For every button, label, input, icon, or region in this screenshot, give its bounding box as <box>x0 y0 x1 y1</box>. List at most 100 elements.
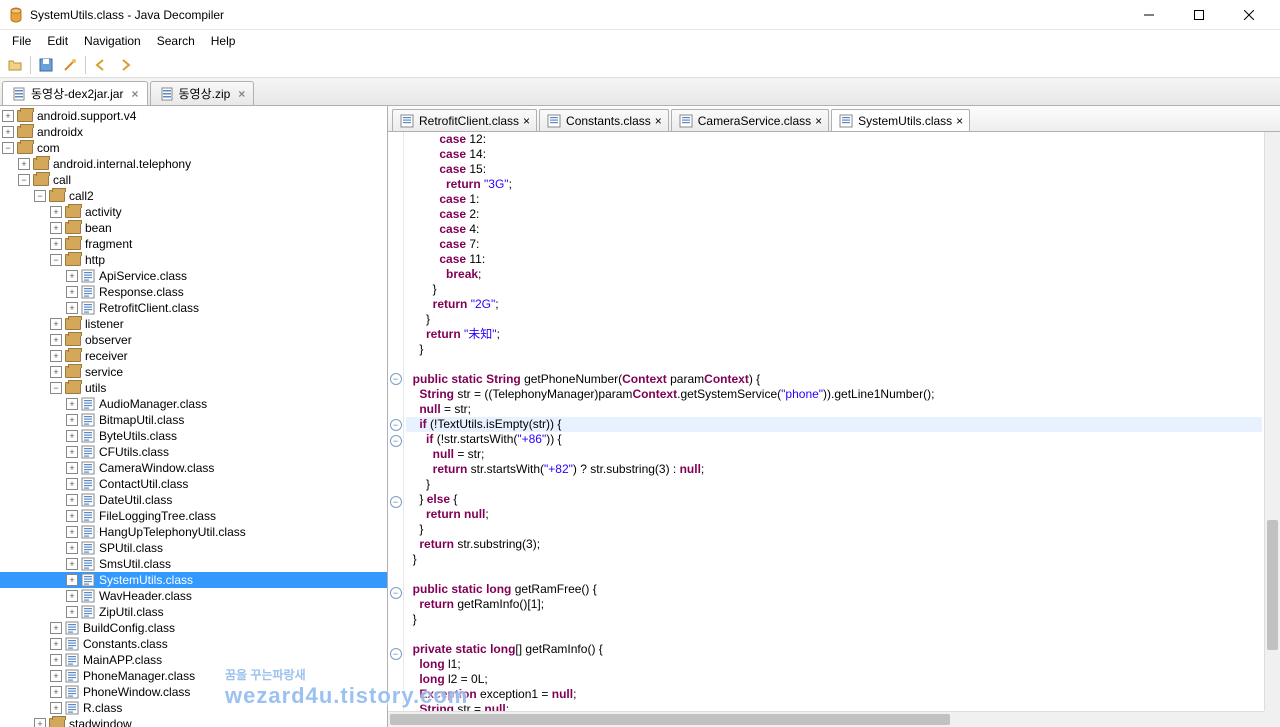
expand-toggle[interactable]: − <box>34 190 46 202</box>
tree-package-node[interactable]: +android.internal.telephony <box>0 156 387 172</box>
tree-package-node[interactable]: +receiver <box>0 348 387 364</box>
expand-toggle[interactable]: + <box>66 414 78 426</box>
tree-class-node[interactable]: +PhoneWindow.class <box>0 684 387 700</box>
fold-toggle[interactable]: − <box>390 587 402 599</box>
expand-toggle[interactable]: + <box>50 654 62 666</box>
tree-class-node[interactable]: +HangUpTelephonyUtil.class <box>0 524 387 540</box>
expand-toggle[interactable]: + <box>50 238 62 250</box>
tree-package-node[interactable]: −http <box>0 252 387 268</box>
tree-package-node[interactable]: −utils <box>0 380 387 396</box>
tree-package-node[interactable]: +bean <box>0 220 387 236</box>
tree-package-node[interactable]: −com <box>0 140 387 156</box>
expand-toggle[interactable]: + <box>66 446 78 458</box>
code-text[interactable]: case 12: case 14: case 15: return "3G"; … <box>404 132 1264 711</box>
editor-tab[interactable]: RetrofitClient.class× <box>392 109 537 131</box>
save-icon[interactable] <box>35 54 57 76</box>
fold-toggle[interactable]: − <box>390 419 402 431</box>
tree-class-node[interactable]: +FileLoggingTree.class <box>0 508 387 524</box>
hscroll-thumb[interactable] <box>390 714 950 725</box>
tree-class-node[interactable]: +DateUtil.class <box>0 492 387 508</box>
expand-toggle[interactable]: − <box>50 382 62 394</box>
expand-toggle[interactable]: + <box>66 286 78 298</box>
editor-tab[interactable]: Constants.class× <box>539 109 669 131</box>
expand-toggle[interactable]: + <box>66 542 78 554</box>
expand-toggle[interactable]: + <box>66 606 78 618</box>
close-tab-icon[interactable]: × <box>131 87 138 101</box>
close-tab-icon[interactable]: × <box>956 114 963 128</box>
tree-class-node[interactable]: +PhoneManager.class <box>0 668 387 684</box>
tree-package-node[interactable]: +fragment <box>0 236 387 252</box>
fold-toggle[interactable]: − <box>390 373 402 385</box>
expand-toggle[interactable]: + <box>2 126 14 138</box>
tree-package-node[interactable]: +listener <box>0 316 387 332</box>
expand-toggle[interactable]: + <box>66 526 78 538</box>
expand-toggle[interactable]: + <box>66 574 78 586</box>
tree-class-node[interactable]: +AudioManager.class <box>0 396 387 412</box>
tree-class-node[interactable]: +CFUtils.class <box>0 444 387 460</box>
tree-class-node[interactable]: +CameraWindow.class <box>0 460 387 476</box>
menu-file[interactable]: File <box>4 32 39 50</box>
tree-class-node[interactable]: +ZipUtil.class <box>0 604 387 620</box>
close-tab-icon[interactable]: × <box>815 114 822 128</box>
minimize-button[interactable] <box>1126 0 1172 30</box>
tree-class-node[interactable]: +WavHeader.class <box>0 588 387 604</box>
close-tab-icon[interactable]: × <box>523 114 530 128</box>
expand-toggle[interactable]: + <box>50 670 62 682</box>
jar-tab[interactable]: 동영상-dex2jar.jar× <box>2 81 148 105</box>
menu-edit[interactable]: Edit <box>39 32 76 50</box>
back-icon[interactable] <box>90 54 112 76</box>
expand-toggle[interactable]: + <box>66 494 78 506</box>
tree-class-node[interactable]: +R.class <box>0 700 387 716</box>
tree-package-node[interactable]: +stadwindow <box>0 716 387 727</box>
tree-package-node[interactable]: +androidx <box>0 124 387 140</box>
tree-class-node[interactable]: +BuildConfig.class <box>0 620 387 636</box>
tree-class-node[interactable]: +RetrofitClient.class <box>0 300 387 316</box>
expand-toggle[interactable]: + <box>66 270 78 282</box>
tree-class-node[interactable]: +MainAPP.class <box>0 652 387 668</box>
close-button[interactable] <box>1226 0 1272 30</box>
tree-class-node[interactable]: +Response.class <box>0 284 387 300</box>
tree-package-node[interactable]: −call2 <box>0 188 387 204</box>
forward-icon[interactable] <box>114 54 136 76</box>
expand-toggle[interactable]: + <box>18 158 30 170</box>
open-file-icon[interactable] <box>4 54 26 76</box>
expand-toggle[interactable]: + <box>50 686 62 698</box>
expand-toggle[interactable]: + <box>66 462 78 474</box>
expand-toggle[interactable]: + <box>66 510 78 522</box>
horizontal-scrollbar[interactable] <box>388 711 1264 727</box>
expand-toggle[interactable]: + <box>50 206 62 218</box>
tree-class-node[interactable]: +ApiService.class <box>0 268 387 284</box>
expand-toggle[interactable]: + <box>50 222 62 234</box>
expand-toggle[interactable]: + <box>66 398 78 410</box>
tree-class-node[interactable]: +ContactUtil.class <box>0 476 387 492</box>
menu-help[interactable]: Help <box>203 32 244 50</box>
fold-toggle[interactable]: − <box>390 496 402 508</box>
expand-toggle[interactable]: + <box>50 622 62 634</box>
editor-tab[interactable]: SystemUtils.class× <box>831 109 970 131</box>
expand-toggle[interactable]: + <box>2 110 14 122</box>
expand-toggle[interactable]: + <box>50 702 62 714</box>
fold-toggle[interactable]: − <box>390 648 402 660</box>
tree-package-node[interactable]: +activity <box>0 204 387 220</box>
close-tab-icon[interactable]: × <box>238 87 245 101</box>
expand-toggle[interactable]: + <box>66 302 78 314</box>
fold-toggle[interactable]: − <box>390 435 402 447</box>
expand-toggle[interactable]: + <box>66 590 78 602</box>
tree-class-node[interactable]: +SPUtil.class <box>0 540 387 556</box>
vertical-scrollbar[interactable] <box>1264 132 1280 711</box>
expand-toggle[interactable]: + <box>66 430 78 442</box>
tree-class-node[interactable]: +BitmapUtil.class <box>0 412 387 428</box>
tree-package-node[interactable]: +android.support.v4 <box>0 108 387 124</box>
expand-toggle[interactable]: + <box>66 478 78 490</box>
tree-package-node[interactable]: +service <box>0 364 387 380</box>
tree-class-node[interactable]: +Constants.class <box>0 636 387 652</box>
expand-toggle[interactable]: + <box>66 558 78 570</box>
package-tree[interactable]: +android.support.v4+androidx−com+android… <box>0 106 388 727</box>
expand-toggle[interactable]: + <box>50 638 62 650</box>
expand-toggle[interactable]: − <box>18 174 30 186</box>
expand-toggle[interactable]: + <box>50 334 62 346</box>
tree-package-node[interactable]: −call <box>0 172 387 188</box>
expand-toggle[interactable]: + <box>50 350 62 362</box>
tree-package-node[interactable]: +observer <box>0 332 387 348</box>
wand-icon[interactable] <box>59 54 81 76</box>
